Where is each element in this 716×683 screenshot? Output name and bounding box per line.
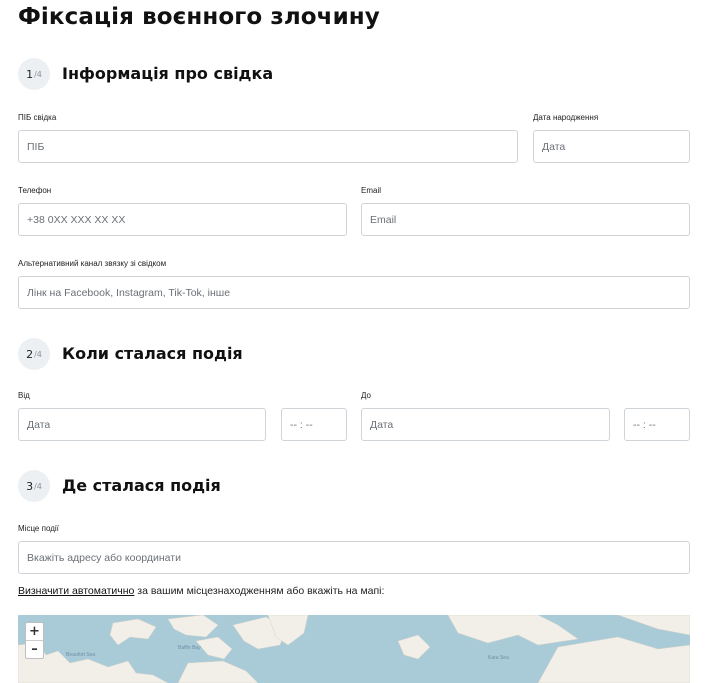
step-indicator-3: 3/4 <box>18 470 50 502</box>
location-helper: Визначити автоматично за вашим місцезнах… <box>18 585 384 597</box>
step-total: /4 <box>34 481 42 491</box>
map-label: Kara Sea <box>488 655 509 661</box>
section-title-witness: Інформація про свідка <box>62 64 274 83</box>
page-title: Фіксація воєнного злочину <box>18 4 380 30</box>
place-label: Місце події <box>18 524 59 533</box>
from-label: Від <box>18 391 30 400</box>
from-time-field[interactable]: -- : -- <box>281 408 347 441</box>
email-label: Email <box>361 186 382 195</box>
map-label: Baffin Bay <box>178 645 201 651</box>
location-map[interactable]: + – Beaufort Sea Baffin Bay Kara Sea <box>18 615 690 683</box>
section-title-when: Коли сталася подія <box>62 344 243 363</box>
map-zoom-control: + – <box>25 622 44 659</box>
zoom-out-button[interactable]: – <box>26 640 43 658</box>
place-field[interactable]: Вкажіть адресу або координати <box>18 541 690 574</box>
step-total: /4 <box>34 349 42 359</box>
name-label: ПІБ свідка <box>18 113 57 122</box>
to-date-field[interactable]: Дата <box>361 408 610 441</box>
map-label: Beaufort Sea <box>66 652 96 658</box>
phone-label: Телефон <box>18 186 52 195</box>
auto-locate-link[interactable]: Визначити автоматично <box>18 585 134 597</box>
zoom-in-button[interactable]: + <box>26 623 43 640</box>
to-label: До <box>361 391 371 400</box>
step-number: 2 <box>26 347 34 361</box>
alt-contact-field[interactable]: Лінк на Facebook, Instagram, Tik-Tok, ін… <box>18 276 690 309</box>
name-field[interactable]: ПІБ <box>18 130 518 163</box>
step-indicator-2: 2/4 <box>18 338 50 370</box>
phone-field[interactable]: +38 0XX XXX XX XX <box>18 203 347 236</box>
step-number: 1 <box>26 67 34 81</box>
step-number: 3 <box>26 479 34 493</box>
section-title-where: Де сталася подія <box>62 476 221 495</box>
alt-contact-label: Альтернативний канал звязку зі свідком <box>18 259 167 268</box>
location-helper-text: за вашим місцезнаходженням або вкажіть н… <box>134 585 385 597</box>
step-total: /4 <box>34 69 42 79</box>
dob-label: Дата народження <box>533 113 599 122</box>
map-land-shapes <box>18 615 690 683</box>
dob-field[interactable]: Дата <box>533 130 690 163</box>
from-date-field[interactable]: Дата <box>18 408 266 441</box>
email-field[interactable]: Email <box>361 203 690 236</box>
step-indicator-1: 1/4 <box>18 58 50 90</box>
to-time-field[interactable]: -- : -- <box>624 408 690 441</box>
